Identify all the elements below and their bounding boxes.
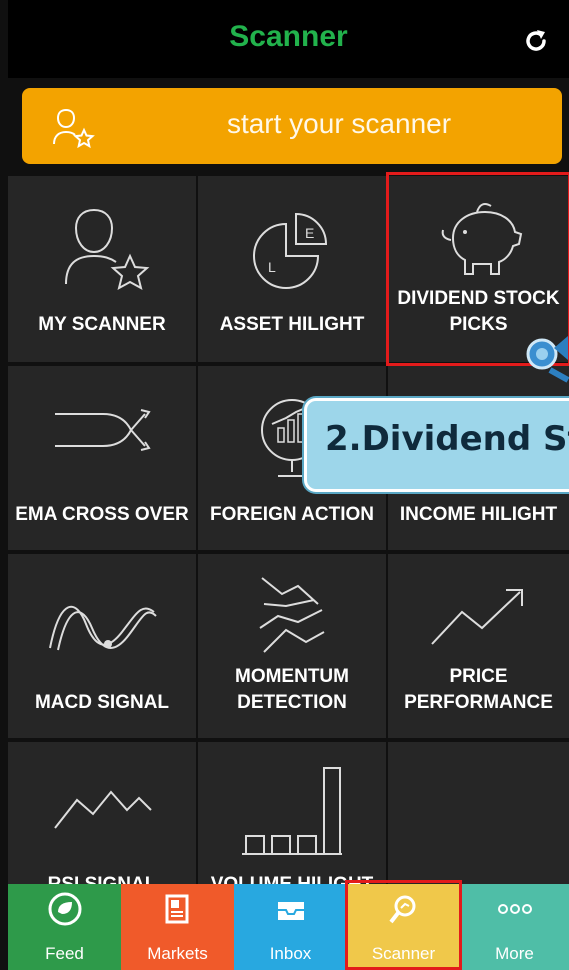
scanner-icon [388, 895, 415, 924]
scanner-grid: MY SCANNER E L ASSET HILIGHT DIVIDEND ST… [8, 176, 569, 895]
leaf-icon [48, 892, 81, 926]
zigzag-icon [54, 790, 152, 829]
tile-volume-hilight[interactable]: VOLUME HILIGHT [198, 742, 386, 895]
tile-label-line2: DETECTION [237, 692, 347, 713]
refresh-icon[interactable] [521, 26, 551, 56]
start-scanner-button[interactable]: start your scanner [22, 88, 562, 164]
tile-asset-hilight[interactable]: E L ASSET HILIGHT [198, 176, 386, 362]
nav-more[interactable]: More [460, 884, 569, 970]
svg-text:L: L [268, 259, 276, 275]
newspaper-icon [165, 894, 188, 924]
tile-label-line1: DIVIDEND STOCK [397, 288, 560, 309]
tile-price-performance[interactable]: PRICE PERFORMANCE [388, 554, 569, 738]
tile-empty [388, 742, 569, 886]
pie-chart-icon: E L [253, 212, 328, 289]
tap-indicator-icon [526, 336, 569, 383]
nav-inbox[interactable]: Inbox [234, 884, 347, 970]
tile-macd-signal[interactable]: MACD SIGNAL [8, 554, 196, 738]
svg-text:E: E [305, 225, 314, 241]
tile-label: ASSET HILIGHT [219, 314, 365, 335]
start-scanner-label: start your scanner [226, 108, 452, 139]
nav-label: Feed [45, 944, 84, 963]
nav-scanner[interactable]: Scanner [347, 884, 460, 970]
user-star-icon [65, 208, 150, 290]
tutorial-callout: 2.Dividend St [304, 398, 569, 492]
tile-label: FOREIGN ACTION [210, 504, 374, 525]
tile-label: INCOME HILIGHT [399, 504, 558, 525]
tile-label-line1: MOMENTUM [235, 666, 349, 687]
bottom-nav: Feed Markets Inbox Scanner More [8, 884, 569, 970]
scanner-screen: Scanner start your scanner MY SCANNER E … [0, 0, 569, 970]
nav-label: More [495, 944, 534, 963]
momentum-icon [259, 577, 325, 653]
nav-label: Inbox [269, 944, 312, 963]
piggy-bank-icon [441, 203, 522, 275]
page-title: Scanner [229, 20, 348, 53]
tile-ema-cross-over[interactable]: EMA CROSS OVER [8, 366, 196, 550]
trend-up-icon [430, 589, 523, 645]
nav-markets[interactable]: Markets [121, 884, 234, 970]
volume-bars-icon [242, 767, 342, 855]
inbox-icon [277, 902, 304, 920]
more-icon [497, 904, 532, 914]
crossover-icon [55, 409, 151, 451]
tile-momentum-detection[interactable]: MOMENTUM DETECTION [198, 554, 386, 738]
sine-wave-icon [49, 605, 157, 651]
tile-label: MY SCANNER [38, 314, 166, 335]
tile-label: MACD SIGNAL [34, 692, 170, 713]
top-bar: Scanner [8, 0, 569, 78]
nav-label: Scanner [371, 944, 436, 963]
tile-label-line2: PERFORMANCE [404, 692, 553, 713]
tile-label-line1: PRICE [449, 666, 508, 687]
nav-label: Markets [147, 944, 208, 963]
tile-my-scanner[interactable]: MY SCANNER [8, 176, 196, 362]
callout-text: 2.Dividend St [325, 419, 569, 459]
tile-label: EMA CROSS OVER [15, 504, 189, 525]
nav-feed[interactable]: Feed [8, 884, 121, 970]
tile-rsi-signal[interactable]: RSI SIGNAL [8, 742, 196, 895]
user-star-icon [53, 108, 95, 149]
